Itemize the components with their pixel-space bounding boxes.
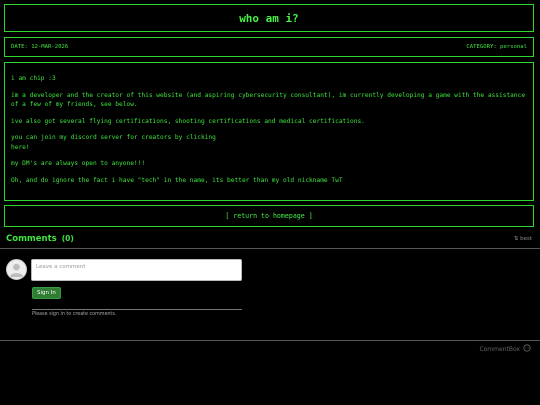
commentbox-logo-icon (522, 344, 532, 355)
content-paragraph: Oh, and do ignore the fact i have "tech"… (11, 176, 343, 184)
divider (32, 309, 242, 310)
sort-button[interactable]: ⇅ best (514, 236, 532, 242)
title-box: who am i? (4, 4, 534, 32)
return-box: [ return to homepage ] (4, 205, 534, 227)
meta-bar: DATE: 12-MAR-2026 CATEGORY: personal (4, 37, 534, 57)
brand-label: CommentBox (479, 346, 520, 353)
comment-input[interactable] (31, 259, 242, 281)
content-paragraph: im a developer and the creator of this w… (11, 91, 526, 109)
sign-in-note: Please sign in to create comments. (32, 312, 117, 317)
content-paragraph: i am chip :3 (11, 75, 56, 82)
sign-in-button[interactable]: Sign In (32, 287, 61, 299)
comments-title: Comments (0) (6, 234, 74, 244)
comments-count: (0) (61, 234, 74, 243)
page-title: who am i? (239, 11, 299, 25)
post-category: CATEGORY: personal (466, 44, 527, 50)
commentbox-brand-link[interactable]: CommentBox (479, 344, 532, 355)
discord-link[interactable]: here! (11, 143, 527, 153)
content-paragraph: my DM's are always open to anyone!!! (11, 160, 146, 167)
divider (0, 248, 540, 249)
user-avatar-icon (6, 259, 27, 280)
comments-label: Comments (6, 234, 57, 244)
post-content: i am chip :3 im a developer and the crea… (4, 62, 534, 201)
post-date: DATE: 12-MAR-2026 (11, 44, 69, 50)
return-homepage-link[interactable]: [ return to homepage ] (225, 212, 312, 220)
content-paragraph: you can join my discord server for creat… (11, 134, 216, 141)
divider (0, 340, 540, 341)
content-paragraph: ive also got several flying certificatio… (11, 117, 365, 125)
comments-header: Comments (0) ⇅ best (6, 234, 532, 244)
